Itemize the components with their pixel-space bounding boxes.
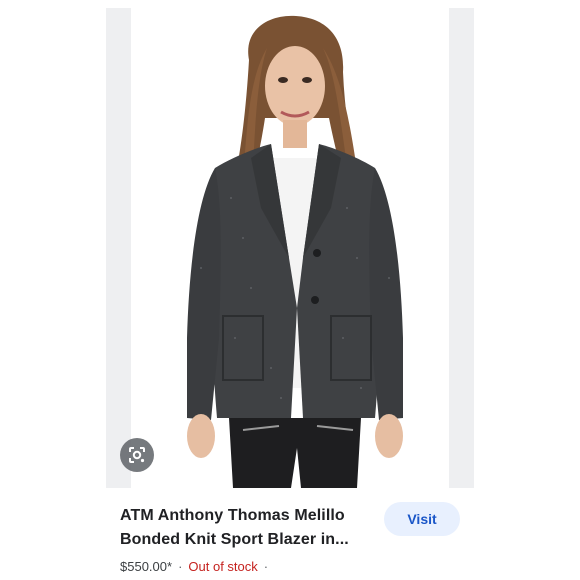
image-side-band-left [106, 8, 131, 488]
product-image-area[interactable] [106, 8, 474, 488]
right-gutter [474, 0, 580, 580]
stock-status: Out of stock [188, 559, 258, 574]
image-side-band-right [449, 8, 474, 488]
product-meta: $550.00* · Out of stock · [120, 559, 274, 574]
left-gutter [0, 0, 106, 580]
product-title[interactable]: ATM Anthony Thomas Melillo Bonded Knit S… [120, 504, 370, 552]
google-lens-button[interactable] [120, 438, 154, 472]
product-card[interactable]: ATM Anthony Thomas Melillo Bonded Knit S… [106, 8, 474, 580]
meta-separator: · [178, 559, 183, 574]
product-info: ATM Anthony Thomas Melillo Bonded Knit S… [106, 488, 474, 580]
meta-trailing-separator: · [263, 559, 269, 574]
product-photo[interactable] [131, 8, 449, 488]
price: $550.00* [120, 559, 173, 574]
google-lens-icon [129, 447, 145, 463]
visit-button[interactable]: Visit [384, 502, 460, 536]
